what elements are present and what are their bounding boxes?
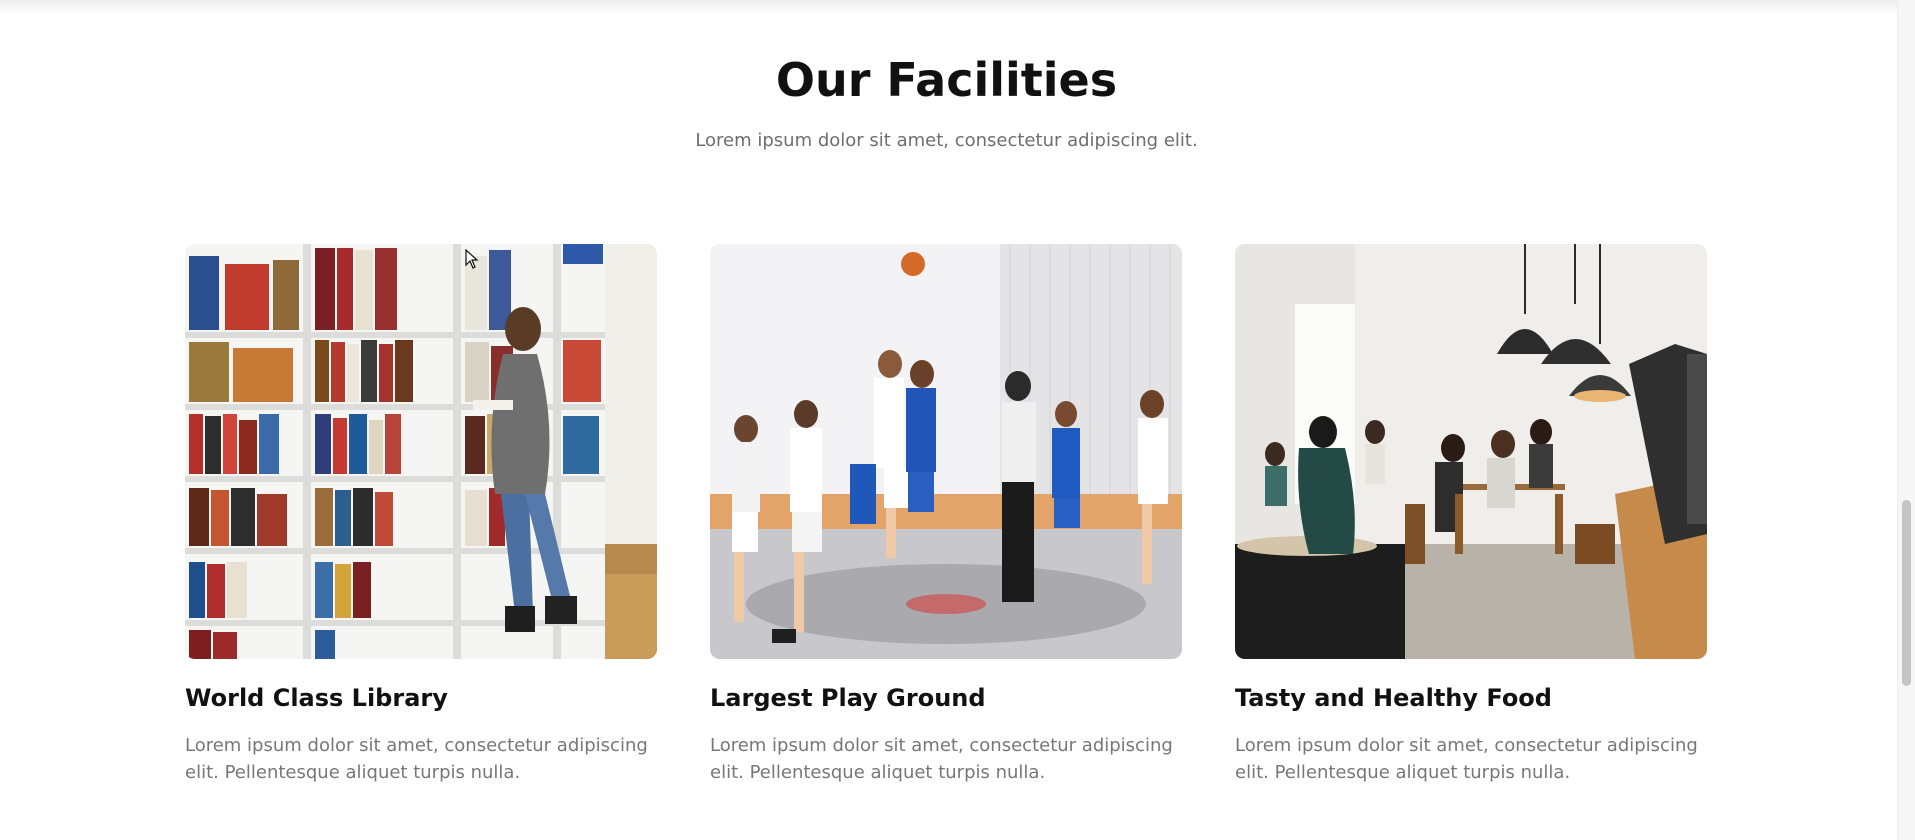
header-shadow bbox=[0, 0, 1898, 16]
section-title: Our Facilities bbox=[775, 53, 1118, 107]
section-subtitle: Lorem ipsum dolor sit amet, consectetur … bbox=[695, 130, 1198, 151]
facility-card-library: World Class Library Lorem ipsum dolor si… bbox=[185, 244, 657, 783]
scrollbar-thumb[interactable] bbox=[1902, 500, 1911, 686]
facility-card-playground: Largest Play Ground Lorem ipsum dolor si… bbox=[710, 244, 1182, 783]
card-description: Lorem ipsum dolor sit amet, consectetur … bbox=[1235, 735, 1698, 783]
card-description: Lorem ipsum dolor sit amet, consectetur … bbox=[710, 735, 1173, 783]
card-title: World Class Library bbox=[185, 684, 448, 712]
mouse-cursor-icon bbox=[465, 249, 479, 269]
page-scrollbar[interactable] bbox=[1897, 0, 1915, 840]
card-description: Lorem ipsum dolor sit amet, consectetur … bbox=[185, 735, 648, 783]
page: Our Facilities Lorem ipsum dolor sit ame… bbox=[0, 0, 1915, 840]
facility-card-food: Tasty and Healthy Food Lorem ipsum dolor… bbox=[1235, 244, 1707, 783]
card-title: Largest Play Ground bbox=[710, 684, 986, 712]
library-photo bbox=[185, 244, 657, 659]
cafe-photo bbox=[1235, 244, 1707, 659]
card-title: Tasty and Healthy Food bbox=[1235, 684, 1552, 712]
basketball-photo bbox=[710, 244, 1182, 659]
